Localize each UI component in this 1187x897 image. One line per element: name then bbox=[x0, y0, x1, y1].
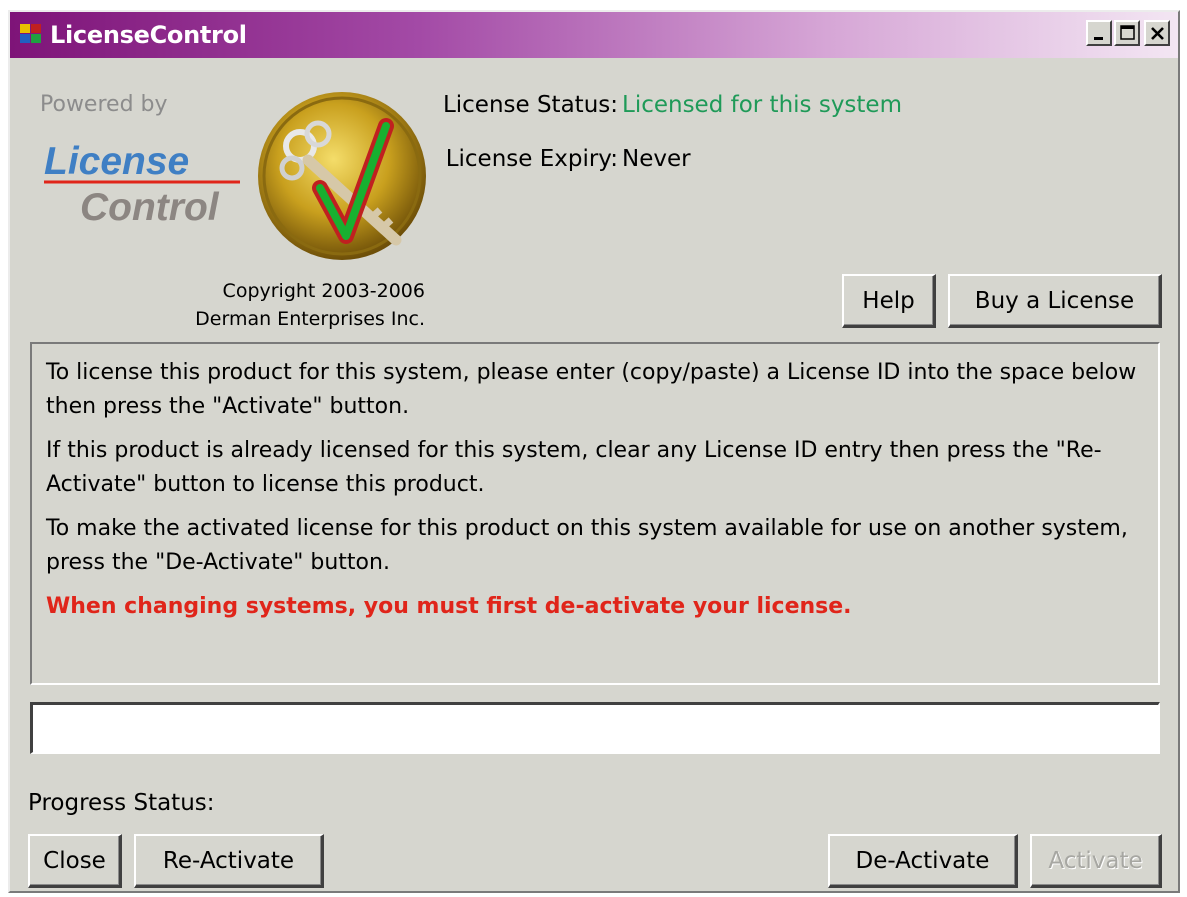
close-window-button[interactable] bbox=[1144, 20, 1170, 46]
instructions-panel: To license this product for this system,… bbox=[30, 342, 1160, 685]
progress-status-label: Progress Status: bbox=[28, 790, 215, 816]
instruction-activate: To license this product for this system,… bbox=[46, 360, 1137, 419]
license-expiry-value: Never bbox=[622, 146, 691, 172]
close-icon bbox=[1151, 27, 1164, 40]
license-id-input[interactable] bbox=[30, 702, 1160, 754]
license-seal-icon bbox=[258, 92, 426, 260]
copyright-text: Copyright 2003-2006 Derman Enterprises I… bbox=[150, 277, 425, 333]
instruction-reactivate: If this product is already licensed for … bbox=[46, 438, 1102, 497]
license-status-row: License Status: Licensed for this system bbox=[423, 92, 902, 118]
activate-button[interactable]: Activate bbox=[1030, 834, 1162, 888]
license-status-label: License Status: bbox=[442, 92, 618, 118]
warning-text: When changing systems, you must first de… bbox=[46, 594, 852, 619]
title-bar[interactable]: LicenseControl bbox=[10, 12, 1178, 58]
copyright-line-2: Derman Enterprises Inc. bbox=[195, 308, 425, 330]
copyright-line-1: Copyright 2003-2006 bbox=[222, 280, 425, 302]
powered-by-text: Powered by bbox=[40, 92, 168, 117]
instruction-deactivate: To make the activated license for this p… bbox=[46, 516, 1128, 575]
license-expiry-label: License Expiry: bbox=[445, 146, 618, 172]
svg-text:License: License bbox=[44, 140, 189, 183]
buy-license-button[interactable]: Buy a License bbox=[948, 274, 1162, 328]
deactivate-button[interactable]: De-Activate bbox=[828, 834, 1018, 888]
reactivate-button[interactable]: Re-Activate bbox=[134, 834, 324, 888]
license-control-logo: License Control bbox=[44, 140, 240, 229]
app-icon bbox=[20, 24, 42, 44]
license-control-window: LicenseControl Powered by License Contro… bbox=[8, 10, 1180, 893]
license-status-value: Licensed for this system bbox=[622, 92, 902, 118]
minimize-button[interactable] bbox=[1086, 20, 1112, 46]
maximize-button[interactable] bbox=[1114, 20, 1140, 46]
maximize-icon bbox=[1120, 25, 1135, 40]
minimize-icon bbox=[1094, 37, 1103, 40]
window-title: LicenseControl bbox=[50, 21, 247, 49]
svg-text:Control: Control bbox=[80, 186, 220, 229]
license-expiry-row: License Expiry: Never bbox=[423, 146, 691, 172]
help-button[interactable]: Help bbox=[842, 274, 936, 328]
close-button[interactable]: Close bbox=[28, 834, 122, 888]
